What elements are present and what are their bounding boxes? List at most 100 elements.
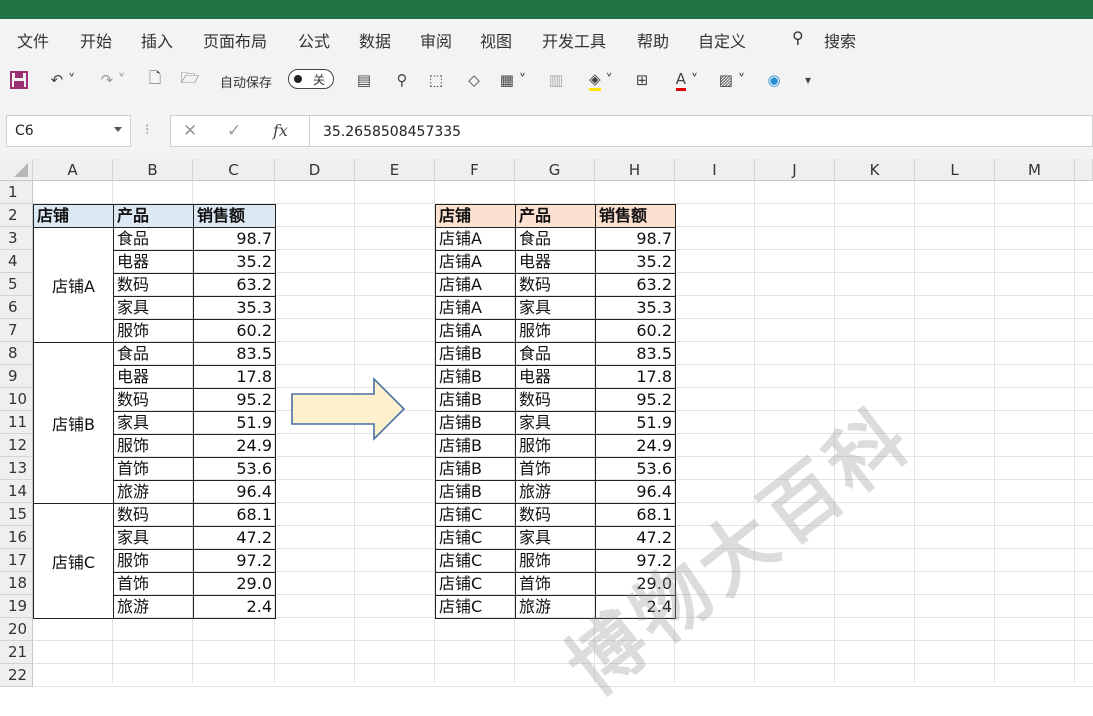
product-cell[interactable]: 家具 — [113, 526, 194, 550]
column-header-K[interactable]: K — [835, 159, 915, 181]
enter-icon[interactable]: ✓ — [227, 121, 241, 141]
store-cell[interactable]: 店铺C — [435, 549, 516, 573]
sales-cell[interactable]: 60.2 — [193, 319, 276, 343]
row-header-8[interactable]: 8 — [0, 342, 33, 365]
header-cell[interactable]: 销售额 — [193, 204, 276, 228]
tab-file[interactable]: 文件 — [17, 28, 49, 52]
tab-custom[interactable]: 自定义 — [698, 28, 746, 52]
header-cell[interactable]: 产品 — [113, 204, 194, 228]
sales-cell[interactable]: 51.9 — [193, 411, 276, 435]
product-cell[interactable]: 服饰 — [515, 549, 596, 573]
product-cell[interactable]: 旅游 — [113, 480, 194, 504]
column-header-A[interactable]: A — [33, 159, 113, 181]
product-cell[interactable]: 服饰 — [515, 434, 596, 458]
open-folder-icon[interactable]: 🗁 — [178, 69, 202, 91]
eraser-icon[interactable]: ◇ — [462, 69, 486, 91]
sales-cell[interactable]: 29.0 — [193, 572, 276, 596]
row-header-16[interactable]: 16 — [0, 526, 33, 549]
find-icon[interactable]: ⚲ — [390, 69, 414, 91]
column-header-E[interactable]: E — [355, 159, 435, 181]
tab-home[interactable]: 开始 — [80, 28, 112, 52]
row-header-21[interactable]: 21 — [0, 641, 33, 664]
sales-cell[interactable]: 96.4 — [595, 480, 676, 504]
product-cell[interactable]: 首饰 — [113, 457, 194, 481]
sales-cell[interactable]: 35.2 — [193, 250, 276, 274]
row-header-9[interactable]: 9 — [0, 365, 33, 388]
store-cell[interactable]: 店铺A — [435, 319, 516, 343]
tab-developer[interactable]: 开发工具 — [542, 28, 606, 52]
sales-cell[interactable]: 95.2 — [595, 388, 676, 412]
header-cell[interactable]: 店铺 — [33, 204, 114, 228]
store-cell[interactable]: 店铺A — [435, 296, 516, 320]
row-header-22[interactable]: 22 — [0, 664, 33, 687]
sales-cell[interactable]: 2.4 — [193, 595, 276, 619]
product-cell[interactable]: 服饰 — [113, 434, 194, 458]
column-header-L[interactable]: L — [915, 159, 995, 181]
product-cell[interactable]: 数码 — [515, 273, 596, 297]
font-color-icon[interactable]: A ˅ — [668, 69, 706, 91]
sales-cell[interactable]: 35.2 — [595, 250, 676, 274]
sales-cell[interactable]: 98.7 — [595, 227, 676, 251]
column-header-M[interactable]: M — [995, 159, 1075, 181]
store-cell[interactable]: 店铺B — [435, 457, 516, 481]
product-cell[interactable]: 首饰 — [515, 572, 596, 596]
product-cell[interactable]: 旅游 — [113, 595, 194, 619]
row-header-11[interactable]: 11 — [0, 411, 33, 434]
product-cell[interactable]: 家具 — [515, 411, 596, 435]
name-box[interactable]: C6 — [6, 115, 131, 147]
store-cell[interactable]: 店铺B — [435, 411, 516, 435]
sales-cell[interactable]: 95.2 — [193, 388, 276, 412]
product-cell[interactable]: 数码 — [515, 388, 596, 412]
column-header-I[interactable]: I — [675, 159, 755, 181]
print-preview-icon[interactable]: ▤ — [352, 69, 376, 91]
column-header-D[interactable]: D — [275, 159, 355, 181]
column-header-C[interactable]: C — [193, 159, 275, 181]
store-cell[interactable]: 店铺B — [435, 388, 516, 412]
column-header-H[interactable]: H — [595, 159, 675, 181]
product-cell[interactable]: 家具 — [113, 411, 194, 435]
cancel-icon[interactable]: ✕ — [183, 121, 197, 141]
table-icon[interactable]: ▦ ˅ — [494, 69, 532, 91]
store-cell[interactable]: 店铺B — [435, 342, 516, 366]
store-cell[interactable]: 店铺C — [435, 572, 516, 596]
sales-cell[interactable]: 60.2 — [595, 319, 676, 343]
store-cell[interactable]: 店铺B — [435, 434, 516, 458]
sales-cell[interactable]: 98.7 — [193, 227, 276, 251]
product-cell[interactable]: 首饰 — [113, 572, 194, 596]
worksheet-grid[interactable]: ABCDEFGHIJKLM 1 2 3 4 5 6 7 8 9 10 11 12 13 14 15 16 17 1… — [0, 159, 1093, 713]
tab-review[interactable]: 审阅 — [420, 28, 452, 52]
header-cell[interactable]: 产品 — [515, 204, 596, 228]
sales-cell[interactable]: 63.2 — [193, 273, 276, 297]
product-cell[interactable]: 食品 — [113, 342, 194, 366]
tab-help[interactable]: 帮助 — [637, 28, 669, 52]
store-cell[interactable]: 店铺B — [435, 480, 516, 504]
store-cell[interactable]: 店铺A — [435, 227, 516, 251]
store-cell[interactable]: 店铺C — [435, 595, 516, 619]
column-header-F[interactable]: F — [435, 159, 515, 181]
sales-cell[interactable]: 63.2 — [595, 273, 676, 297]
row-header-7[interactable]: 7 — [0, 319, 33, 342]
product-cell[interactable]: 电器 — [113, 250, 194, 274]
formula-input[interactable]: 35.2658508457335 — [310, 115, 1093, 147]
merged-store-cell[interactable]: 店铺B — [33, 342, 114, 504]
store-cell[interactable]: 店铺B — [435, 365, 516, 389]
select-icon[interactable]: ⬚ — [424, 69, 448, 91]
new-file-icon[interactable]: 🗋 — [144, 69, 166, 91]
row-header-17[interactable]: 17 — [0, 549, 33, 572]
product-cell[interactable]: 电器 — [113, 365, 194, 389]
insert-function-button[interactable]: fx — [273, 121, 288, 140]
sales-cell[interactable]: 53.6 — [595, 457, 676, 481]
tab-view[interactable]: 视图 — [480, 28, 512, 52]
sales-cell[interactable]: 24.9 — [193, 434, 276, 458]
row-header-3[interactable]: 3 — [0, 227, 33, 250]
sales-cell[interactable]: 17.8 — [193, 365, 276, 389]
sales-cell[interactable]: 53.6 — [193, 457, 276, 481]
tab-insert[interactable]: 插入 — [141, 28, 173, 52]
sales-cell[interactable]: 24.9 — [595, 434, 676, 458]
row-header-20[interactable]: 20 — [0, 618, 33, 641]
row-header-5[interactable]: 5 — [0, 273, 33, 296]
product-cell[interactable]: 家具 — [113, 296, 194, 320]
undo-icon[interactable]: ↶ ˅ — [44, 69, 82, 91]
product-cell[interactable]: 电器 — [515, 250, 596, 274]
sales-cell[interactable]: 96.4 — [193, 480, 276, 504]
